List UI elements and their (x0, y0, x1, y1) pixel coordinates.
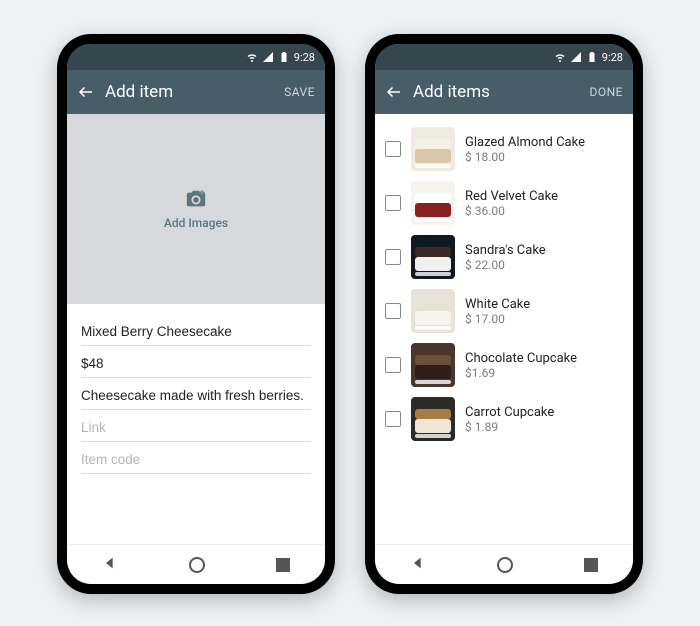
battery-icon (586, 51, 598, 63)
status-time: 9:28 (602, 51, 623, 64)
list-item[interactable]: Red Velvet Cake $ 36.00 (385, 176, 623, 230)
item-text: Red Velvet Cake $ 36.00 (465, 189, 623, 218)
android-nav (67, 544, 325, 584)
add-images-label: Add Images (164, 216, 228, 230)
phone-left: 9:28 Add item SAVE Add Images (57, 34, 335, 594)
triangle-left-icon (102, 555, 118, 571)
list-item[interactable]: Sandra's Cake $ 22.00 (385, 230, 623, 284)
item-thumb (411, 289, 455, 333)
list-item[interactable]: Chocolate Cupcake $1.69 (385, 338, 623, 392)
item-thumb (411, 127, 455, 171)
item-name: Red Velvet Cake (465, 189, 623, 204)
app-bar: Add items DONE (375, 70, 633, 114)
item-name: White Cake (465, 297, 623, 312)
arrow-left-icon (77, 83, 95, 101)
item-text: Chocolate Cupcake $1.69 (465, 351, 623, 380)
nav-recent[interactable] (584, 558, 598, 572)
item-name: Sandra's Cake (465, 243, 623, 258)
item-name-input[interactable] (81, 314, 311, 346)
nav-recent[interactable] (276, 558, 290, 572)
item-text: Carrot Cupcake $ 1.89 (465, 405, 623, 434)
item-name: Glazed Almond Cake (465, 135, 623, 150)
checkbox[interactable] (385, 141, 401, 157)
checkbox[interactable] (385, 357, 401, 373)
nav-back[interactable] (410, 555, 426, 575)
status-bar: 9:28 (67, 44, 325, 70)
nav-back[interactable] (102, 555, 118, 575)
status-bar: 9:28 (375, 44, 633, 70)
nav-home[interactable] (497, 557, 513, 573)
camera-plus-icon (185, 188, 207, 210)
item-thumb (411, 343, 455, 387)
item-code-input[interactable] (81, 442, 311, 474)
list-item[interactable]: White Cake $ 17.00 (385, 284, 623, 338)
item-text: Sandra's Cake $ 22.00 (465, 243, 623, 272)
item-price: $ 36.00 (465, 204, 623, 218)
item-thumb (411, 181, 455, 225)
item-link-input[interactable] (81, 410, 311, 442)
save-button[interactable]: SAVE (284, 85, 315, 99)
app-bar: Add item SAVE (67, 70, 325, 114)
item-list: Glazed Almond Cake $ 18.00 Red Velvet Ca… (375, 114, 633, 544)
battery-icon (278, 51, 290, 63)
item-thumb (411, 397, 455, 441)
app-title: Add item (101, 82, 284, 102)
wifi-icon (246, 51, 258, 63)
status-time: 9:28 (294, 51, 315, 64)
app-title: Add items (409, 82, 589, 102)
item-price-input[interactable] (81, 346, 311, 378)
checkbox[interactable] (385, 411, 401, 427)
phone-right: 9:28 Add items DONE Glazed Almond Cake $… (365, 34, 643, 594)
triangle-left-icon (410, 555, 426, 571)
android-nav (375, 544, 633, 584)
item-name: Chocolate Cupcake (465, 351, 623, 366)
item-price: $ 1.89 (465, 420, 623, 434)
item-price: $ 17.00 (465, 312, 623, 326)
signal-icon (262, 51, 274, 63)
arrow-left-icon (385, 83, 403, 101)
add-images-zone[interactable]: Add Images (67, 114, 325, 304)
signal-icon (570, 51, 582, 63)
item-thumb (411, 235, 455, 279)
item-price: $ 18.00 (465, 150, 623, 164)
item-text: Glazed Almond Cake $ 18.00 (465, 135, 623, 164)
item-name: Carrot Cupcake (465, 405, 623, 420)
checkbox[interactable] (385, 249, 401, 265)
list-item[interactable]: Glazed Almond Cake $ 18.00 (385, 122, 623, 176)
back-button[interactable] (385, 83, 409, 101)
checkbox[interactable] (385, 303, 401, 319)
item-desc-input[interactable] (81, 378, 311, 410)
screen-right: 9:28 Add items DONE Glazed Almond Cake $… (375, 44, 633, 584)
back-button[interactable] (77, 83, 101, 101)
content-left: Add Images (67, 114, 325, 544)
nav-home[interactable] (189, 557, 205, 573)
screen-left: 9:28 Add item SAVE Add Images (67, 44, 325, 584)
fields (67, 304, 325, 474)
checkbox[interactable] (385, 195, 401, 211)
item-price: $1.69 (465, 366, 623, 380)
list-item[interactable]: Carrot Cupcake $ 1.89 (385, 392, 623, 446)
wifi-icon (554, 51, 566, 63)
item-text: White Cake $ 17.00 (465, 297, 623, 326)
done-button[interactable]: DONE (589, 85, 623, 99)
item-price: $ 22.00 (465, 258, 623, 272)
